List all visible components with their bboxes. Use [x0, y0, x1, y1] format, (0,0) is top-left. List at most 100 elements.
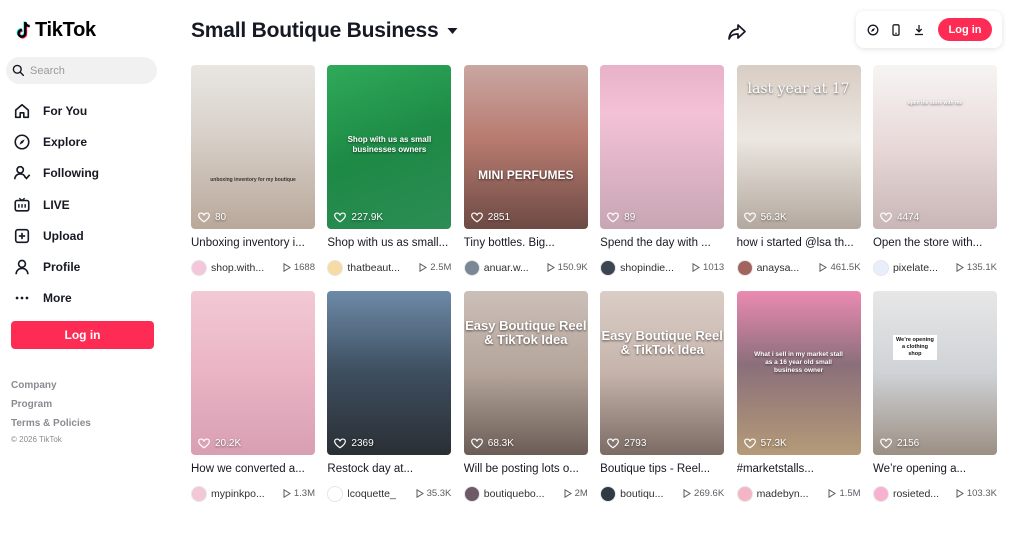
- avatar[interactable]: [736, 485, 753, 502]
- video-thumbnail[interactable]: What i sell in my market stall as a 16 y…: [736, 291, 861, 455]
- video-card[interactable]: 20.2K How we converted a... mypinkpo... …: [191, 291, 315, 502]
- play-count: 135.1K: [956, 262, 997, 273]
- phone-icon[interactable]: [890, 23, 902, 36]
- avatar[interactable]: [463, 485, 480, 502]
- thumbnail-overlay-text: last year at 17: [747, 81, 850, 97]
- video-card[interactable]: What i sell in my market stall as a 16 y…: [736, 291, 861, 502]
- video-caption[interactable]: Will be posting lots o...: [464, 462, 588, 477]
- play-count: 103.3K: [956, 488, 997, 499]
- play-icon: [683, 489, 691, 498]
- avatar[interactable]: [872, 259, 889, 276]
- avatar[interactable]: [872, 485, 889, 502]
- author-name[interactable]: anaysa...: [757, 262, 817, 274]
- play-count-text: 1688: [293, 262, 315, 273]
- author-name[interactable]: mypinkpo...: [211, 488, 271, 500]
- play-count: 2M: [564, 488, 588, 499]
- video-meta: anaysa... 461.5K: [736, 259, 861, 276]
- nav-item-following[interactable]: Following: [12, 158, 99, 189]
- video-thumbnail[interactable]: Shop with us as small businesses owners …: [327, 65, 452, 229]
- nav-item-more[interactable]: More: [12, 283, 99, 314]
- footer-link-terms[interactable]: Terms & Policies: [11, 417, 91, 436]
- video-caption[interactable]: Spend the day with ...: [600, 236, 724, 251]
- video-caption[interactable]: Unboxing inventory i...: [191, 236, 315, 251]
- video-card[interactable]: 89 Spend the day with ... shopindie... 1…: [600, 65, 725, 276]
- avatar[interactable]: [191, 259, 207, 276]
- author-name[interactable]: madebyn...: [757, 488, 817, 500]
- video-caption[interactable]: Tiny bottles. Big...: [464, 236, 588, 251]
- video-thumbnail[interactable]: Easy Boutique Reel & TikTok Idea 2793: [600, 291, 725, 455]
- nav-item-live[interactable]: LIVE: [12, 189, 99, 220]
- view-count: 2851: [470, 212, 510, 223]
- author-name[interactable]: anuar.w...: [484, 262, 544, 274]
- video-card[interactable]: last year at 17 56.3K how i started @lsa…: [736, 65, 861, 276]
- avatar[interactable]: [191, 485, 207, 502]
- video-caption[interactable]: Shop with us as small...: [327, 236, 451, 251]
- video-thumbnail[interactable]: open the store with me 4474: [872, 65, 997, 229]
- nav-item-explore[interactable]: Explore: [12, 126, 99, 157]
- nav-item-upload[interactable]: Upload: [12, 220, 99, 251]
- sidebar-login-button[interactable]: Log in: [11, 321, 154, 349]
- search-input[interactable]: [30, 64, 140, 77]
- author-name[interactable]: pixelate...: [893, 262, 953, 274]
- video-card[interactable]: unboxing inventory for my boutique 80 Un…: [191, 65, 315, 276]
- video-card[interactable]: Easy Boutique Reel & TikTok Idea 2793 Bo…: [600, 291, 725, 502]
- video-caption[interactable]: How we converted a...: [191, 462, 315, 477]
- play-count-text: 1.3M: [293, 488, 315, 499]
- video-card[interactable]: Easy Boutique Reel & TikTok Idea 68.3K W…: [463, 291, 588, 502]
- share-icon[interactable]: [727, 22, 747, 42]
- video-card[interactable]: 2369 Restock day at... lcoquette_ 35.3K: [327, 291, 452, 502]
- avatar[interactable]: [600, 485, 617, 502]
- page-title[interactable]: Small Boutique Business: [191, 19, 458, 43]
- author-name[interactable]: thatbeaut...: [347, 262, 407, 274]
- author-name[interactable]: rosieted...: [893, 488, 953, 500]
- following-icon: [12, 164, 31, 183]
- play-count: 1013: [692, 262, 724, 273]
- view-count: 56.3K: [743, 212, 787, 223]
- video-caption[interactable]: Boutique tips - Reel...: [600, 462, 724, 477]
- view-count: 80: [198, 212, 226, 223]
- video-caption[interactable]: Restock day at...: [327, 462, 451, 477]
- search-bar[interactable]: [6, 57, 157, 84]
- video-thumbnail[interactable]: We’re opening a clothing shop 2156: [872, 291, 997, 455]
- author-name[interactable]: shopindie...: [620, 262, 680, 274]
- play-count-text: 1013: [703, 262, 725, 273]
- video-thumbnail[interactable]: 89: [600, 65, 725, 229]
- avatar[interactable]: [463, 259, 480, 276]
- video-card[interactable]: open the store with me 4474 Open the sto…: [872, 65, 997, 276]
- nav-item-for-you[interactable]: For You: [12, 95, 99, 126]
- video-caption[interactable]: #marketstalls...: [737, 462, 861, 477]
- video-thumbnail[interactable]: MINI PERFUMES 2851: [463, 65, 588, 229]
- heart-icon: [880, 438, 892, 449]
- play-icon: [692, 263, 700, 272]
- view-count-text: 89: [624, 212, 636, 223]
- video-caption[interactable]: We’re opening a...: [873, 462, 997, 477]
- footer-link-company[interactable]: Company: [11, 379, 91, 398]
- nav-item-profile[interactable]: Profile: [12, 251, 99, 282]
- avatar[interactable]: [736, 259, 753, 276]
- author-name[interactable]: boutiquebo...: [484, 488, 544, 500]
- video-card[interactable]: We’re opening a clothing shop 2156 We’re…: [872, 291, 997, 502]
- video-thumbnail[interactable]: Easy Boutique Reel & TikTok Idea 68.3K: [463, 291, 588, 455]
- video-thumbnail[interactable]: last year at 17 56.3K: [736, 65, 861, 229]
- avatar[interactable]: [327, 485, 344, 502]
- video-caption[interactable]: how i started @lsa th...: [737, 236, 861, 251]
- author-name[interactable]: boutiqu...: [620, 488, 680, 500]
- author-name[interactable]: lcoquette_: [347, 488, 407, 500]
- header-login-button[interactable]: Log in: [938, 18, 992, 41]
- play-count-text: 269.6K: [694, 488, 725, 499]
- avatar[interactable]: [327, 259, 344, 276]
- video-card[interactable]: MINI PERFUMES 2851 Tiny bottles. Big... …: [463, 65, 588, 276]
- video-caption[interactable]: Open the store with...: [873, 236, 997, 251]
- tiktok-logo[interactable]: TikTok: [14, 19, 96, 42]
- avatar[interactable]: [600, 259, 617, 276]
- footer-link-program[interactable]: Program: [11, 398, 91, 417]
- view-count: 89: [607, 212, 635, 223]
- video-thumbnail[interactable]: 20.2K: [191, 291, 315, 455]
- download-icon[interactable]: [913, 24, 925, 36]
- video-thumbnail[interactable]: 2369: [327, 291, 452, 455]
- author-name[interactable]: shop.with...: [211, 262, 271, 274]
- play-count-text: 135.1K: [966, 262, 997, 273]
- video-thumbnail[interactable]: unboxing inventory for my boutique 80: [191, 65, 315, 229]
- video-card[interactable]: Shop with us as small businesses owners …: [327, 65, 452, 276]
- compass-small-icon[interactable]: [867, 24, 879, 36]
